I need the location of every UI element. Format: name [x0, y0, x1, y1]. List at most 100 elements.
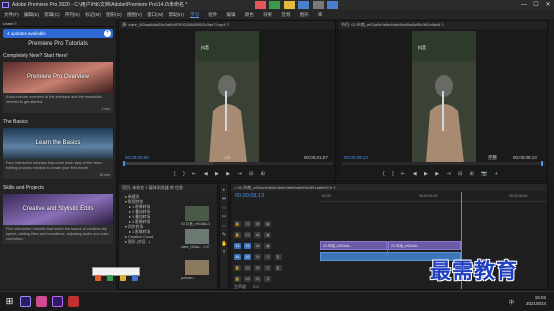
go-to-in-button[interactable]: ⇤: [192, 171, 196, 177]
track-lock-icon[interactable]: 🔒: [234, 221, 241, 227]
solo-button[interactable]: S: [264, 254, 272, 260]
add-icon[interactable]: +: [104, 30, 111, 37]
mute-button[interactable]: M: [254, 265, 262, 271]
project-panel-tabs[interactable]: 项目: 未命名 ≡ 媒体浏览器 库 信息: [119, 184, 217, 191]
step-back-button[interactable]: ◀: [413, 171, 417, 177]
mark-in-button[interactable]: {: [174, 171, 176, 177]
sync-lock-icon[interactable]: ⇄: [254, 221, 262, 227]
source-timecode[interactable]: 00;00;00;00: [125, 155, 149, 160]
sync-lock-icon[interactable]: ⇄: [254, 243, 262, 249]
start-button[interactable]: ⊞: [4, 296, 15, 307]
project-clip-thumbnail[interactable]: [185, 229, 209, 244]
source-monitor-tab[interactable]: 源: clare_0f2aadfafa39e2a6b9f7f0f24586f0f…: [119, 21, 335, 29]
project-clip-thumbnail[interactable]: [185, 206, 209, 221]
overwrite-button[interactable]: ⊞: [261, 171, 265, 177]
lift-button[interactable]: ⊟: [458, 171, 462, 177]
mic-icon[interactable]: 🎙: [274, 254, 282, 260]
red-app-icon[interactable]: [255, 1, 266, 9]
track-lock-icon[interactable]: 🔒: [234, 265, 241, 271]
pen-tool-icon[interactable]: ✎: [221, 232, 227, 238]
slip-tool-icon[interactable]: ⇔: [221, 223, 227, 229]
go-to-out-button[interactable]: ⇥: [446, 171, 450, 177]
insert-button[interactable]: ⊟: [249, 171, 253, 177]
program-fit-select[interactable]: 完整: [488, 155, 497, 161]
source-patch-a1[interactable]: A1: [234, 254, 241, 260]
track-label[interactable]: V3: [244, 221, 252, 227]
track-label[interactable]: V2: [244, 232, 252, 238]
go-to-in-button[interactable]: ⇤: [401, 171, 405, 177]
step-back-button[interactable]: ◀: [204, 171, 208, 177]
mark-in-button[interactable]: {: [383, 171, 385, 177]
mute-button[interactable]: M: [254, 254, 262, 260]
tutorial-card-overview[interactable]: Premiere Pro Overview A two-minute overv…: [3, 62, 113, 113]
workspace-audio[interactable]: 音频: [281, 12, 290, 17]
selection-tool-icon[interactable]: ▸: [221, 187, 227, 193]
workspace-learning[interactable]: 学习: [190, 12, 199, 18]
app-icon[interactable]: [132, 275, 139, 281]
program-monitor-tab[interactable]: 节目: 02.市南_ef02a0e0b6e4b6e9bb9fa6b95b3f01…: [338, 21, 547, 29]
source-zoom[interactable]: 1/2: [224, 155, 230, 160]
track-label[interactable]: A1: [244, 254, 252, 260]
app-taskbar-icon[interactable]: [36, 296, 47, 307]
app-icon[interactable]: [119, 275, 126, 281]
workspace-libraries[interactable]: 库: [318, 12, 323, 17]
workspace-editing[interactable]: 编辑: [227, 12, 236, 17]
time-ruler[interactable]: ;00;00 00;00;04;00 00;00;08;00: [319, 192, 547, 202]
play-button[interactable]: ▶: [215, 171, 219, 177]
type-tool-icon[interactable]: T: [221, 250, 227, 256]
menu-clip[interactable]: 剪辑(C): [44, 12, 59, 17]
mic-icon[interactable]: 🎙: [274, 265, 282, 271]
step-forward-button[interactable]: ▶: [435, 171, 439, 177]
hand-tool-icon[interactable]: ✋: [221, 241, 227, 247]
menu-graphics[interactable]: 图形(G): [106, 12, 122, 17]
learn-panel-tab[interactable]: Learn ≡: [0, 20, 116, 27]
program-timecode[interactable]: 00;00;08;13: [344, 155, 368, 160]
sync-lock-icon[interactable]: ⇄: [254, 232, 262, 238]
source-scrubber[interactable]: [123, 161, 333, 166]
step-forward-button[interactable]: ▶: [226, 171, 230, 177]
updates-banner[interactable]: 4 updates available +: [3, 29, 113, 38]
timeline-timecode[interactable]: 00;00;08;13: [235, 193, 264, 199]
master-value[interactable]: 0.0: [253, 284, 259, 289]
go-to-out-button[interactable]: ⇥: [237, 171, 241, 177]
app-taskbar-icon[interactable]: [52, 296, 63, 307]
workspace-effects[interactable]: 效果: [263, 12, 272, 17]
timeline-video-clip[interactable]: 02.市南_ef02a0e...: [320, 241, 387, 250]
mark-out-button[interactable]: }: [183, 171, 185, 177]
program-scrubber[interactable]: [342, 161, 545, 166]
maximize-button[interactable]: ☐: [530, 0, 542, 10]
track-label[interactable]: V1: [244, 243, 252, 249]
workspace-assembly[interactable]: 组件: [208, 12, 217, 17]
source-playhead[interactable]: [123, 161, 125, 166]
green-app-icon[interactable]: [269, 1, 281, 9]
eye-icon[interactable]: ◉: [264, 232, 272, 238]
gray-app-icon[interactable]: [312, 1, 324, 9]
timeline-video-clip[interactable]: 03.市南_ef02a0e...: [388, 241, 461, 250]
track-select-tool-icon[interactable]: ⇹: [221, 196, 227, 202]
project-clip-thumbnail[interactable]: [185, 260, 209, 275]
ripple-edit-tool-icon[interactable]: ⇔: [221, 205, 227, 211]
folder-icon[interactable]: [283, 1, 295, 9]
menu-sequence[interactable]: 序列(S): [65, 12, 80, 17]
app-taskbar-icon[interactable]: [68, 296, 79, 307]
menu-edit[interactable]: 编辑(E): [24, 12, 39, 17]
menu-window[interactable]: 窗口(W): [147, 12, 163, 17]
menu-help[interactable]: 帮助(H): [169, 12, 184, 17]
track-lock-icon[interactable]: 🔒: [234, 232, 241, 238]
track-label[interactable]: A2: [244, 265, 252, 271]
workspace-color[interactable]: 颜色: [245, 12, 254, 17]
solo-button[interactable]: S: [264, 265, 272, 271]
minimize-button[interactable]: —: [518, 0, 530, 10]
play-button[interactable]: ▶: [424, 171, 428, 177]
menu-markers[interactable]: 标记(M): [85, 12, 101, 17]
export-frame-button[interactable]: 📷: [481, 171, 487, 177]
source-patch-v1[interactable]: V1: [234, 243, 241, 249]
menu-view[interactable]: 视图(V): [127, 12, 142, 17]
razor-tool-icon[interactable]: ✂: [221, 214, 227, 220]
workspace-graphics[interactable]: 图形: [300, 12, 309, 17]
blue-app-icon[interactable]: [298, 1, 310, 9]
close-button[interactable]: ✕: [542, 0, 554, 10]
app-icon[interactable]: [107, 275, 114, 281]
program-playhead[interactable]: [541, 161, 543, 166]
eye-icon[interactable]: ◉: [264, 221, 272, 227]
